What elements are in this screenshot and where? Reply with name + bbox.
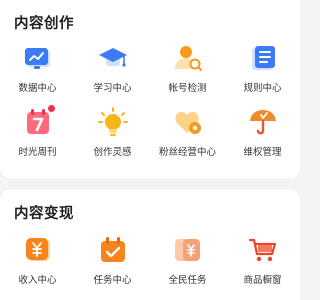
income-center-button[interactable]: 收入中心 (0, 232, 75, 296)
data-center-label: 数据中心 (18, 83, 57, 94)
product-showcase-label: 商品橱窗 (243, 275, 282, 286)
public-tasks-label: 全民任务 (168, 275, 207, 286)
task-center-label: 任务中心 (93, 275, 132, 286)
umbrella-icon (247, 106, 279, 138)
rights-management-label: 维权管理 (243, 147, 282, 158)
creative-inspiration-label: 创作灵感 (93, 147, 132, 158)
rules-center-button[interactable]: 规则中心 (225, 40, 300, 104)
calendar-7-icon (22, 104, 56, 138)
user-search-icon (172, 42, 204, 74)
time-weekly-label: 时光周刊 (18, 147, 57, 158)
product-showcase-button[interactable]: 商品橱窗 (225, 232, 300, 296)
income-center-label: 收入中心 (18, 275, 57, 286)
learning-center-button[interactable]: 学习中心 (75, 40, 150, 104)
task-center-button[interactable]: 任务中心 (75, 232, 150, 296)
chart-board-icon (22, 42, 54, 74)
lightbulb-icon (97, 106, 129, 138)
shopping-cart-icon (247, 234, 279, 266)
public-tasks-button[interactable]: 全民任务 (150, 232, 225, 296)
section-title-creation: 内容创作 (14, 16, 74, 32)
content-monetization-section: 内容变现 收入中心 任务中心 全民任务 商品橱窗 (0, 190, 300, 300)
creative-inspiration-button[interactable]: 创作灵感 (75, 104, 150, 168)
learning-center-label: 学习中心 (93, 83, 132, 94)
monetization-grid: 收入中心 任务中心 全民任务 商品橱窗 (0, 232, 300, 296)
account-check-button[interactable]: 帐号检测 (150, 40, 225, 104)
yuan-cards-icon (172, 234, 204, 266)
rights-management-button[interactable]: 维权管理 (225, 104, 300, 168)
graduation-cap-icon (97, 42, 129, 74)
task-calendar-icon (97, 234, 129, 266)
time-weekly-button[interactable]: 时光周刊 (0, 104, 75, 168)
rules-center-label: 规则中心 (243, 83, 282, 94)
account-check-label: 帐号检测 (168, 83, 207, 94)
creation-grid: 数据中心 学习中心 帐号检测 规则中心 时光周刊 创作灵感 粉丝经营中心 维权管… (0, 40, 300, 168)
rule-book-icon (247, 42, 279, 74)
fan-management-label: 粉丝经营中心 (158, 147, 216, 158)
content-creation-section: 内容创作 数据中心 学习中心 帐号检测 规则中心 时光周刊 创作灵感 粉丝经营中… (0, 0, 300, 178)
data-center-button[interactable]: 数据中心 (0, 40, 75, 104)
yuan-wallet-icon (22, 234, 54, 266)
notification-dot (46, 104, 56, 113)
heart-settings-icon (172, 106, 204, 138)
section-title-monetization: 内容变现 (14, 206, 74, 222)
fan-management-button[interactable]: 粉丝经营中心 (150, 104, 225, 168)
